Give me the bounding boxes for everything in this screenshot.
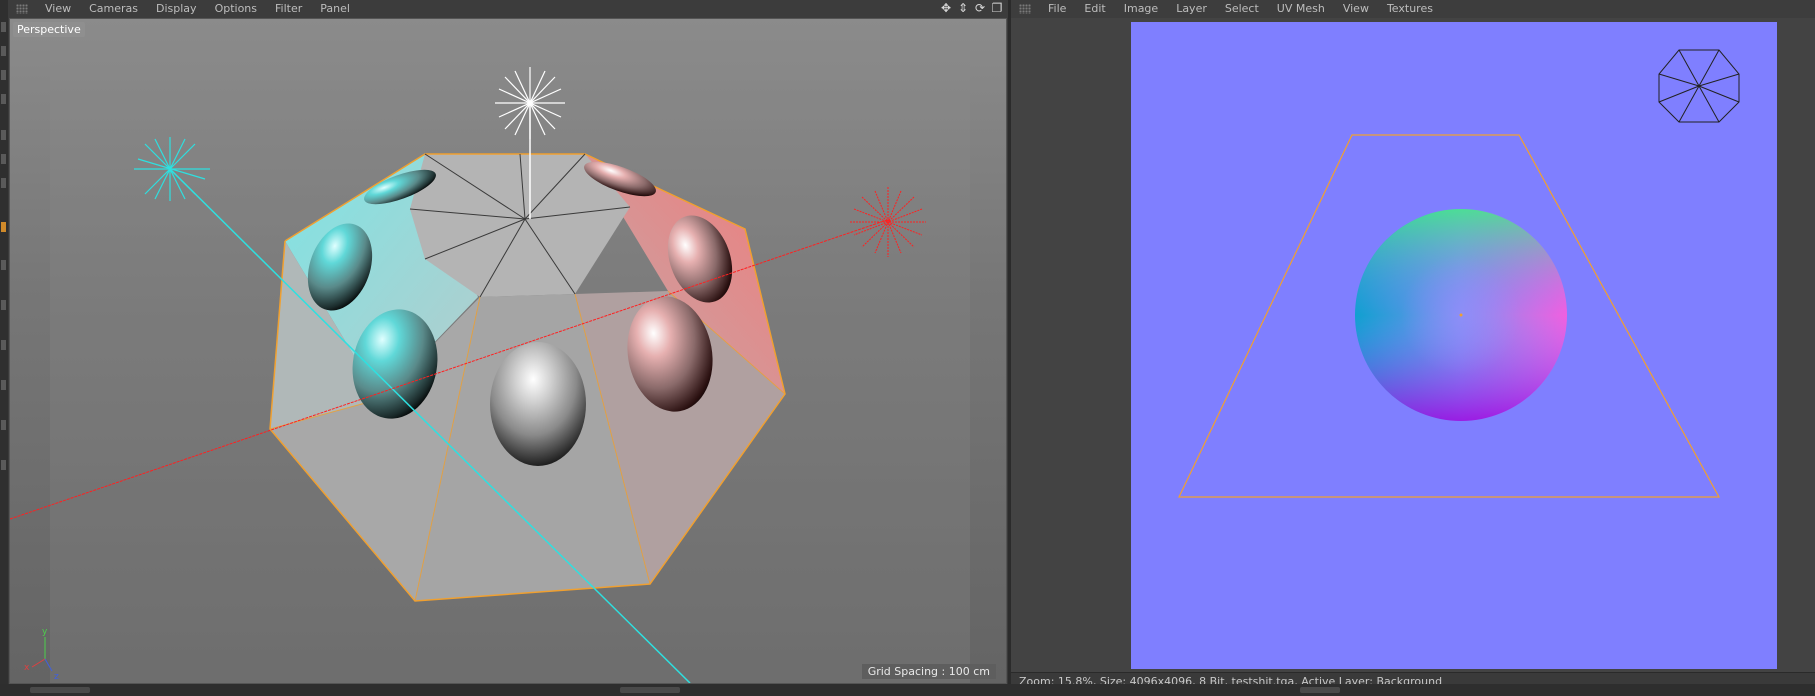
scene-render: y x z: [10, 19, 970, 683]
move-view-icon[interactable]: ✥: [939, 1, 953, 15]
menu-options[interactable]: Options: [206, 0, 266, 18]
tool-icon[interactable]: [1, 22, 6, 32]
axis-label-y: y: [42, 627, 48, 637]
uv-center-point: [1459, 313, 1463, 317]
menu-display[interactable]: Display: [147, 0, 206, 18]
tool-icon[interactable]: [1, 154, 6, 164]
bottom-tab[interactable]: [620, 687, 680, 693]
menu-view[interactable]: View: [1334, 0, 1378, 18]
maximize-view-icon[interactable]: ❐: [990, 1, 1004, 15]
menu-select[interactable]: Select: [1216, 0, 1268, 18]
perspective-viewport[interactable]: y x z Perspective Grid Spacing : 100 cm: [9, 18, 1007, 684]
menu-view[interactable]: View: [36, 0, 80, 18]
tool-icon[interactable]: [1, 130, 6, 140]
rotate-view-icon[interactable]: ⟳: [973, 1, 987, 15]
panel-grip-icon[interactable]: [16, 4, 28, 14]
grid-spacing-label: Grid Spacing : 100 cm: [861, 664, 996, 679]
uv-layout: [1178, 49, 1740, 498]
tool-icon[interactable]: [1, 178, 6, 188]
menu-layer[interactable]: Layer: [1167, 0, 1216, 18]
texture-editor-panel: File Edit Image Layer Select UV Mesh Vie…: [1011, 0, 1815, 691]
texture-menu-bar: File Edit Image Layer Select UV Mesh Vie…: [1011, 0, 1815, 18]
view-navigation-icons: ✥ ⇕ ⟳ ❐: [939, 1, 1004, 15]
viewport-panel: View Cameras Display Options Filter Pane…: [8, 0, 1008, 690]
bottom-bar: [0, 684, 1815, 696]
tool-icon[interactable]: [1, 420, 6, 430]
tool-icon[interactable]: [1, 380, 6, 390]
bottom-tab[interactable]: [1300, 687, 1340, 693]
panel-grip-icon[interactable]: [1019, 4, 1031, 14]
menu-cameras[interactable]: Cameras: [80, 0, 147, 18]
tool-icon[interactable]: [1, 70, 6, 80]
tool-icon[interactable]: [1, 260, 6, 270]
tool-icon[interactable]: [1, 94, 6, 104]
menu-filter[interactable]: Filter: [266, 0, 311, 18]
axis-label-x: x: [24, 663, 30, 673]
octagon-uv-icon: [1658, 49, 1740, 123]
menu-textures[interactable]: Textures: [1378, 0, 1442, 18]
menu-edit[interactable]: Edit: [1075, 0, 1114, 18]
tool-icon[interactable]: [1, 340, 6, 350]
bottom-tab[interactable]: [30, 687, 90, 693]
normal-map-canvas[interactable]: [1131, 22, 1777, 669]
tool-icon[interactable]: [1, 222, 6, 232]
white-light-icon: [495, 67, 565, 139]
viewport-menu-bar: View Cameras Display Options Filter Pane…: [8, 0, 1008, 18]
side-tool-strip: [0, 0, 8, 696]
menu-file[interactable]: File: [1039, 0, 1075, 18]
menu-panel[interactable]: Panel: [311, 0, 359, 18]
axis-label-z: z: [54, 672, 59, 682]
tool-icon[interactable]: [1, 300, 6, 310]
tool-icon[interactable]: [1, 460, 6, 470]
viewport-camera-label[interactable]: Perspective: [13, 22, 85, 37]
menu-uv-mesh[interactable]: UV Mesh: [1268, 0, 1334, 18]
egg-center: [490, 342, 586, 466]
tool-icon[interactable]: [1, 46, 6, 56]
dolly-view-icon[interactable]: ⇕: [956, 1, 970, 15]
menu-image[interactable]: Image: [1115, 0, 1167, 18]
